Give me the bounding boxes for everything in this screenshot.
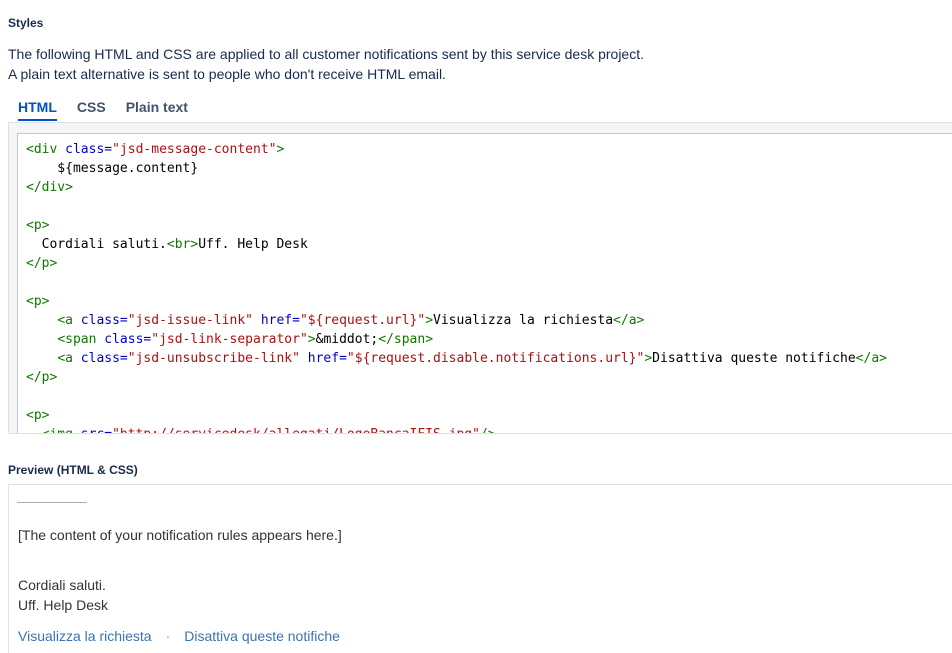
- code-token-tag: >: [425, 313, 434, 328]
- tab-html[interactable]: HTML: [8, 96, 67, 121]
- code-token-attr: class=: [80, 351, 128, 366]
- code-token-tag: />: [480, 427, 496, 433]
- code-token-tag: <a: [57, 313, 81, 328]
- code-token-txt: &middot;: [315, 332, 379, 347]
- code-token-str: "jsd-message-content": [112, 142, 277, 157]
- editor-panel: <div class="jsd-message-content"> ${mess…: [8, 122, 952, 434]
- code-token-tag: <div: [26, 142, 66, 157]
- html-code-editor[interactable]: <div class="jsd-message-content"> ${mess…: [17, 133, 952, 433]
- code-token-attr: class=: [65, 142, 113, 157]
- code-line: <p>: [26, 216, 952, 235]
- code-line: <p>: [26, 406, 952, 425]
- code-line: <span class="jsd-link-separator">&middot…: [26, 330, 952, 349]
- code-token-txt: Disattiva queste notifiche: [652, 351, 856, 366]
- code-token-txt: Uff. Help Desk: [198, 237, 308, 252]
- link-separator: ·: [165, 628, 171, 644]
- preview-closing-line-1: Cordiali saluti.: [18, 577, 106, 593]
- code-line: ${message.content}: [26, 159, 952, 178]
- code-token-txt: ${message.content}: [26, 161, 199, 176]
- code-token-attr: class=: [104, 332, 152, 347]
- code-content[interactable]: <div class="jsd-message-content"> ${mess…: [18, 134, 952, 433]
- code-token-attr: src=: [81, 427, 112, 433]
- code-token-str: "jsd-issue-link": [127, 313, 253, 328]
- code-token-str: "http://servicedesk/allegati/LogoBancaIF…: [112, 427, 480, 433]
- code-token-str: "jsd-unsubscribe-link": [127, 351, 300, 366]
- description-line-2: A plain text alternative is sent to peop…: [8, 66, 446, 82]
- code-line: </div>: [26, 178, 952, 197]
- code-line: <img src="http://servicedesk/allegati/Lo…: [26, 425, 952, 433]
- code-token-attr: class=: [80, 313, 128, 328]
- code-token-tag: >: [276, 142, 285, 157]
- code-token-tag: <p>: [26, 218, 50, 233]
- code-token-tag: <img: [42, 427, 81, 433]
- preview-closing: Cordiali saluti. Uff. Help Desk: [18, 575, 108, 615]
- code-token-txt: Visualizza la richiesta: [433, 313, 614, 328]
- code-token-tag: <a: [57, 351, 81, 366]
- code-token-tag: </p>: [26, 370, 58, 385]
- code-token-str: "jsd-link-separator": [151, 332, 308, 347]
- code-token-tag: </p>: [26, 256, 58, 271]
- code-token-tag: </div>: [26, 180, 73, 195]
- section-title: Styles: [8, 16, 44, 30]
- code-token-tag: </span>: [378, 332, 434, 347]
- code-token-str: "${request.disable.notifications.url}": [346, 351, 645, 366]
- code-token-tag: <br>: [166, 237, 199, 252]
- preview-divider: [17, 502, 87, 503]
- code-line: <p>: [26, 292, 952, 311]
- code-line: </p>: [26, 254, 952, 273]
- code-token-str: "${request.url}": [299, 313, 426, 328]
- preview-content-placeholder: [The content of your notification rules …: [18, 527, 342, 543]
- code-line: </p>: [26, 368, 952, 387]
- code-token-tag: <span: [57, 332, 105, 347]
- code-line: <a class="jsd-unsubscribe-link" href="${…: [26, 349, 952, 368]
- tab-plain-text[interactable]: Plain text: [116, 96, 198, 118]
- code-token-tag: >: [307, 332, 316, 347]
- format-tabs: HTML CSS Plain text: [8, 96, 198, 122]
- unsubscribe-link[interactable]: Disattiva queste notifiche: [184, 628, 340, 644]
- code-token-txt: Cordiali saluti.: [26, 237, 167, 252]
- code-line: <div class="jsd-message-content">: [26, 140, 952, 159]
- code-token-tag: </a>: [613, 313, 645, 328]
- preview-panel: [The content of your notification rules …: [8, 484, 952, 653]
- description-line-1: The following HTML and CSS are applied t…: [8, 46, 645, 62]
- code-token-attr: href=: [260, 313, 300, 328]
- tab-css[interactable]: CSS: [67, 96, 116, 118]
- view-request-link[interactable]: Visualizza la richiesta: [18, 628, 152, 644]
- preview-links: Visualizza la richiesta · Disattiva queste…: [18, 628, 340, 644]
- code-token-tag: <p>: [26, 294, 50, 309]
- code-line: Cordiali saluti.<br>Uff. Help Desk: [26, 235, 952, 254]
- preview-title: Preview (HTML & CSS): [8, 463, 138, 477]
- code-line: <a class="jsd-issue-link" href="${reques…: [26, 311, 952, 330]
- code-token-tag: >: [644, 351, 653, 366]
- code-token-tag: </a>: [855, 351, 887, 366]
- code-token-attr: href=: [307, 351, 347, 366]
- section-description: The following HTML and CSS are applied t…: [8, 44, 644, 84]
- code-token-tag: <p>: [26, 408, 50, 423]
- preview-closing-line-2: Uff. Help Desk: [18, 597, 108, 613]
